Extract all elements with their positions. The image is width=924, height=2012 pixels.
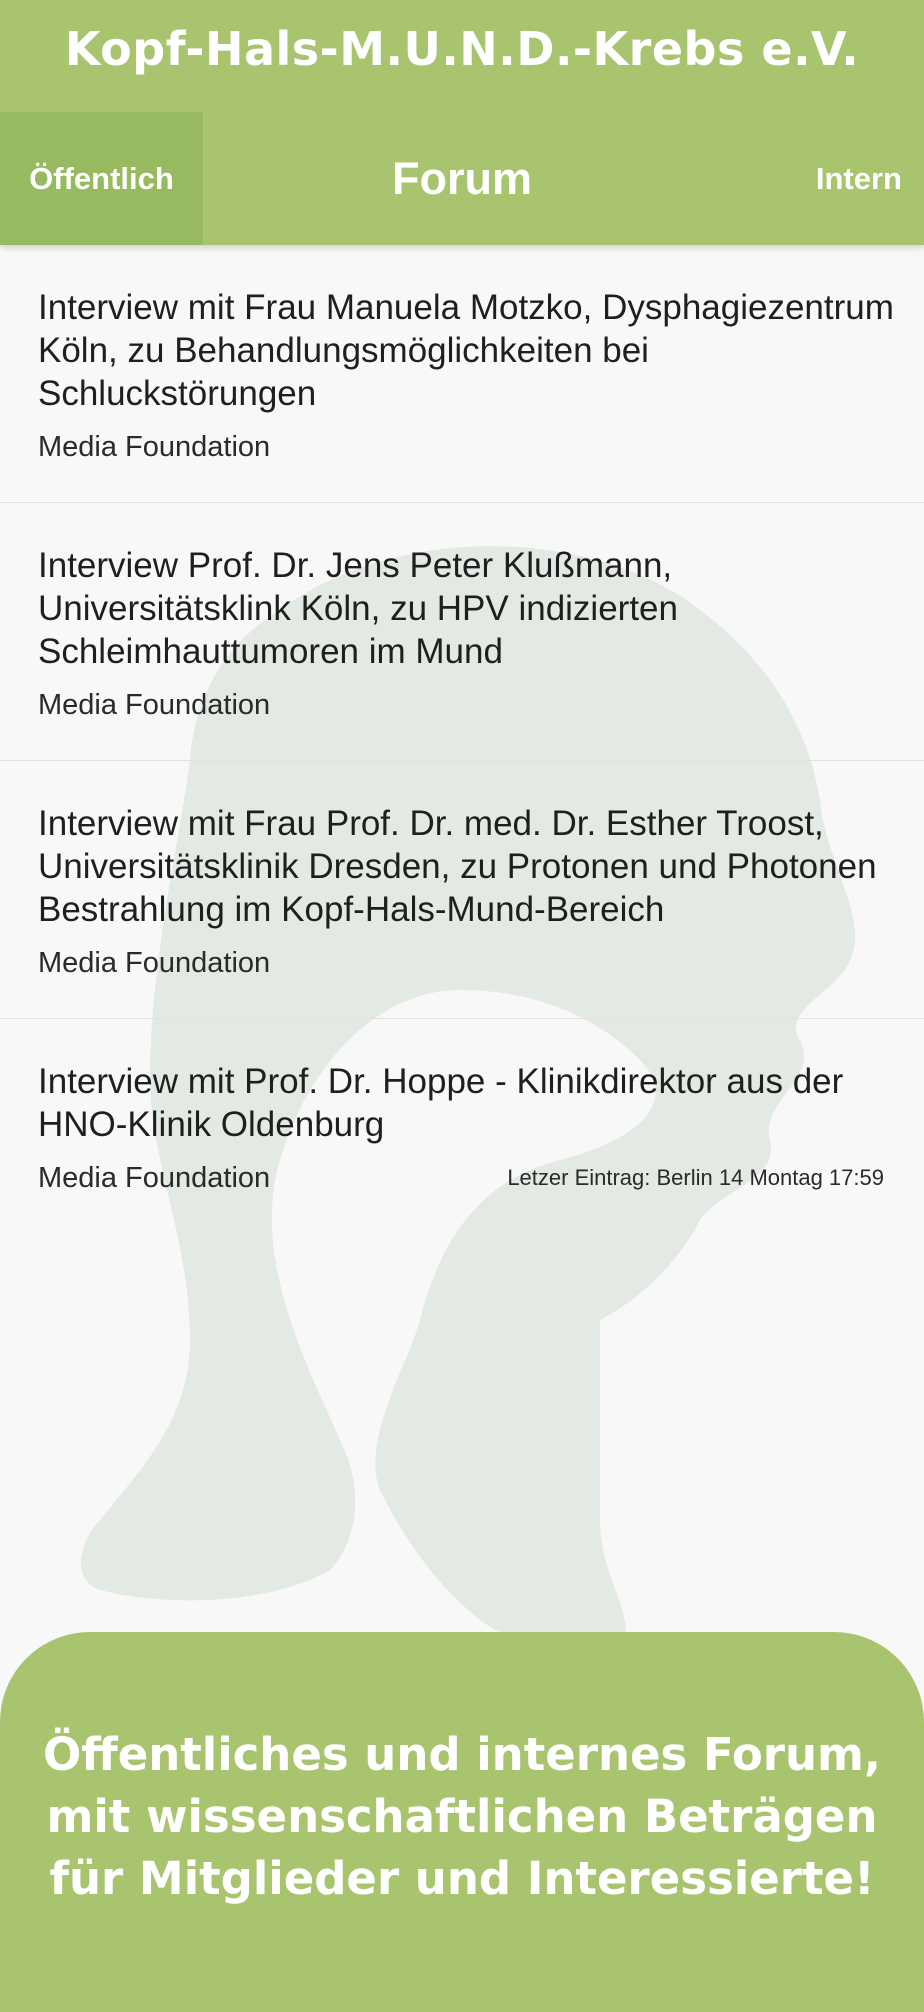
forum-item-title: Interview mit Prof. Dr. Hoppe - Klinikdi… bbox=[38, 1062, 844, 1144]
promo-line: Öffentliches und internes Forum, bbox=[43, 1728, 881, 1781]
last-entry-timestamp: Letzer Eintrag: Berlin 14 Montag 17:59 bbox=[507, 1165, 884, 1190]
tab-internal[interactable]: Intern bbox=[816, 112, 902, 245]
forum-item-source: Media Foundation bbox=[38, 689, 271, 721]
page-title: Forum bbox=[392, 152, 532, 204]
forum-list-item[interactable]: Interview mit Prof. Dr. Hoppe - Klinikdi… bbox=[0, 1019, 924, 1233]
forum-list-item[interactable]: Interview mit Frau Prof. Dr. med. Dr. Es… bbox=[0, 761, 924, 1019]
top-banner: Kopf-Hals-M.U.N.D.-Krebs e.V. Öffentlich… bbox=[0, 0, 924, 245]
forum-item-title: Interview mit Frau Prof. Dr. med. Dr. Es… bbox=[38, 804, 877, 929]
forum-item-title: Interview mit Frau Manuela Motzko, Dysph… bbox=[38, 288, 894, 413]
forum-item-title: Interview Prof. Dr. Jens Peter Klußmann,… bbox=[38, 546, 678, 671]
forum-list-item[interactable]: Interview Prof. Dr. Jens Peter Klußmann,… bbox=[0, 503, 924, 761]
forum-list: Interview mit Frau Manuela Motzko, Dysph… bbox=[0, 245, 924, 1233]
promo-line: für Mitglieder und Interessierte! bbox=[49, 1852, 875, 1905]
forum-item-source: Media Foundation bbox=[38, 947, 271, 979]
forum-item-source: Media Foundation bbox=[38, 431, 271, 463]
forum-list-item[interactable]: Interview mit Frau Manuela Motzko, Dysph… bbox=[0, 245, 924, 503]
promo-line: mit wissenschaftlichen Beträgen bbox=[46, 1790, 878, 1843]
app-title: Kopf-Hals-M.U.N.D.-Krebs e.V. bbox=[64, 22, 860, 76]
tab-public[interactable]: Öffentlich bbox=[0, 112, 203, 245]
nav-bar: Öffentlich Forum Intern bbox=[0, 112, 924, 245]
promo-card: Öffentliches und internes Forum, mit wis… bbox=[0, 1632, 924, 2012]
promo-text: Öffentliches und internes Forum, mit wis… bbox=[20, 1724, 904, 1910]
